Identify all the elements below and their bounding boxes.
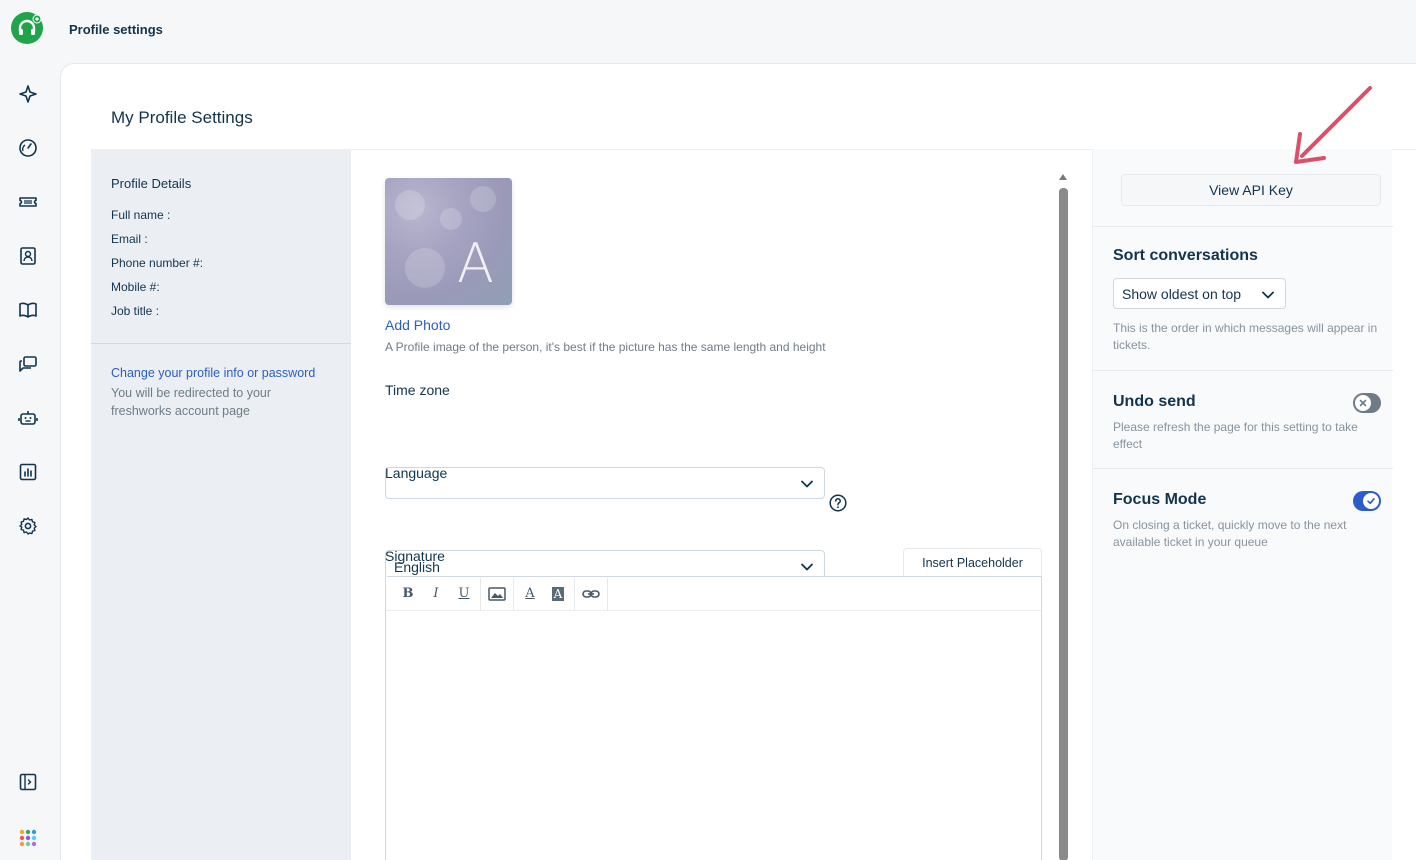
preferences-panel: View API Key Sort conversations Show old… <box>1092 149 1393 860</box>
chevron-down-icon <box>801 563 813 571</box>
chevron-down-icon <box>801 480 813 488</box>
phone-number-label: Phone number #: <box>111 256 204 270</box>
undo-send-toggle[interactable] <box>1353 393 1381 413</box>
details-divider <box>91 343 351 344</box>
profile-photo[interactable]: A <box>385 178 512 305</box>
scrollbar-thumb[interactable] <box>1059 188 1068 860</box>
photo-bokeh <box>395 190 425 220</box>
sort-conversations-select[interactable]: Show oldest on top <box>1113 278 1286 309</box>
language-label: Language <box>385 465 448 481</box>
profile-details-title: Profile Details <box>111 176 192 191</box>
left-nav-rail <box>0 0 60 860</box>
background-color-label: A <box>551 586 565 601</box>
background-color-button[interactable]: A <box>544 580 572 608</box>
sort-conversations-value: Show oldest on top <box>1122 286 1242 302</box>
signature-label: Signature <box>385 548 445 564</box>
undo-send-title: Undo send <box>1113 393 1196 410</box>
email-label: Email : <box>111 232 148 246</box>
underline-button[interactable]: U <box>450 580 478 608</box>
profile-details-panel: Profile Details Full name : Email : Phon… <box>91 149 351 860</box>
knowledge-base-book-icon[interactable] <box>14 296 42 324</box>
toolbar-divider <box>607 577 608 610</box>
change-profile-link[interactable]: Change your profile info or password <box>111 366 315 380</box>
help-question-icon[interactable] <box>829 494 847 512</box>
editor-toolbar: B I U A A <box>386 577 1041 611</box>
bold-button[interactable]: B <box>394 580 422 608</box>
preferences-divider <box>1093 370 1393 371</box>
focus-mode-toggle[interactable] <box>1353 491 1381 511</box>
avatar-initial: A <box>457 232 494 295</box>
job-title-label: Job title : <box>111 304 160 318</box>
timezone-select[interactable] <box>385 467 825 499</box>
focus-mode-note: On closing a ticket, quickly move to the… <box>1113 518 1347 549</box>
photo-hint: A Profile image of the person, it's best… <box>385 340 826 354</box>
toolbar-divider <box>513 577 514 610</box>
page-header-title: Profile settings <box>69 22 163 37</box>
toggle-knob <box>1355 395 1371 411</box>
sort-conversations-title: Sort conversations <box>1113 247 1258 264</box>
undo-send-note: Please refresh the page for this setting… <box>1113 420 1358 451</box>
main-content-card: My Profile Settings Profile Details Full… <box>60 63 1416 860</box>
full-name-label: Full name : <box>111 208 171 222</box>
focus-mode-title: Focus Mode <box>1113 491 1207 508</box>
app-launcher-grid-icon[interactable] <box>14 824 42 852</box>
annotation-arrow-icon <box>1294 86 1372 164</box>
check-icon <box>1367 498 1375 505</box>
timezone-label: Time zone <box>385 382 450 398</box>
signature-editor[interactable]: B I U A A <box>385 576 1042 860</box>
redirect-note: You will be redirected to your freshwork… <box>111 386 272 418</box>
conversations-icon[interactable] <box>14 350 42 378</box>
contacts-icon[interactable] <box>14 242 42 270</box>
scroll-up-arrow-icon[interactable] <box>1059 174 1067 180</box>
app-logo-icon[interactable] <box>11 12 43 44</box>
add-photo-link[interactable]: Add Photo <box>385 317 450 333</box>
photo-bokeh <box>405 248 445 288</box>
form-scrollbar[interactable] <box>1059 174 1068 860</box>
toolbar-divider <box>480 577 481 610</box>
font-color-button[interactable]: A <box>516 580 544 608</box>
sort-conversations-note: This is the order in which messages will… <box>1113 321 1378 352</box>
preferences-divider <box>1093 226 1393 227</box>
insert-placeholder-button[interactable]: Insert Placeholder <box>903 548 1042 576</box>
dashboard-gauge-icon[interactable] <box>14 134 42 162</box>
insert-link-icon[interactable] <box>577 580 605 608</box>
reports-chart-icon[interactable] <box>14 458 42 486</box>
toolbar-divider <box>574 577 575 610</box>
expand-sidebar-icon[interactable] <box>14 768 42 796</box>
profile-form: A Add Photo A Profile image of the perso… <box>351 149 1071 860</box>
insert-image-icon[interactable] <box>483 580 511 608</box>
bot-icon[interactable] <box>14 404 42 432</box>
page-title: My Profile Settings <box>111 108 253 127</box>
toggle-knob <box>1363 493 1379 509</box>
italic-button[interactable]: I <box>422 580 450 608</box>
mobile-label: Mobile #: <box>111 280 160 294</box>
chevron-down-icon <box>1262 291 1274 299</box>
photo-bokeh <box>470 186 496 212</box>
view-api-key-button[interactable]: View API Key <box>1121 174 1381 206</box>
tickets-icon[interactable] <box>14 188 42 216</box>
close-icon <box>1359 399 1367 407</box>
sparkle-icon[interactable] <box>14 80 42 108</box>
settings-gear-icon[interactable] <box>14 512 42 540</box>
preferences-divider <box>1093 468 1393 469</box>
photo-bokeh <box>440 208 462 230</box>
